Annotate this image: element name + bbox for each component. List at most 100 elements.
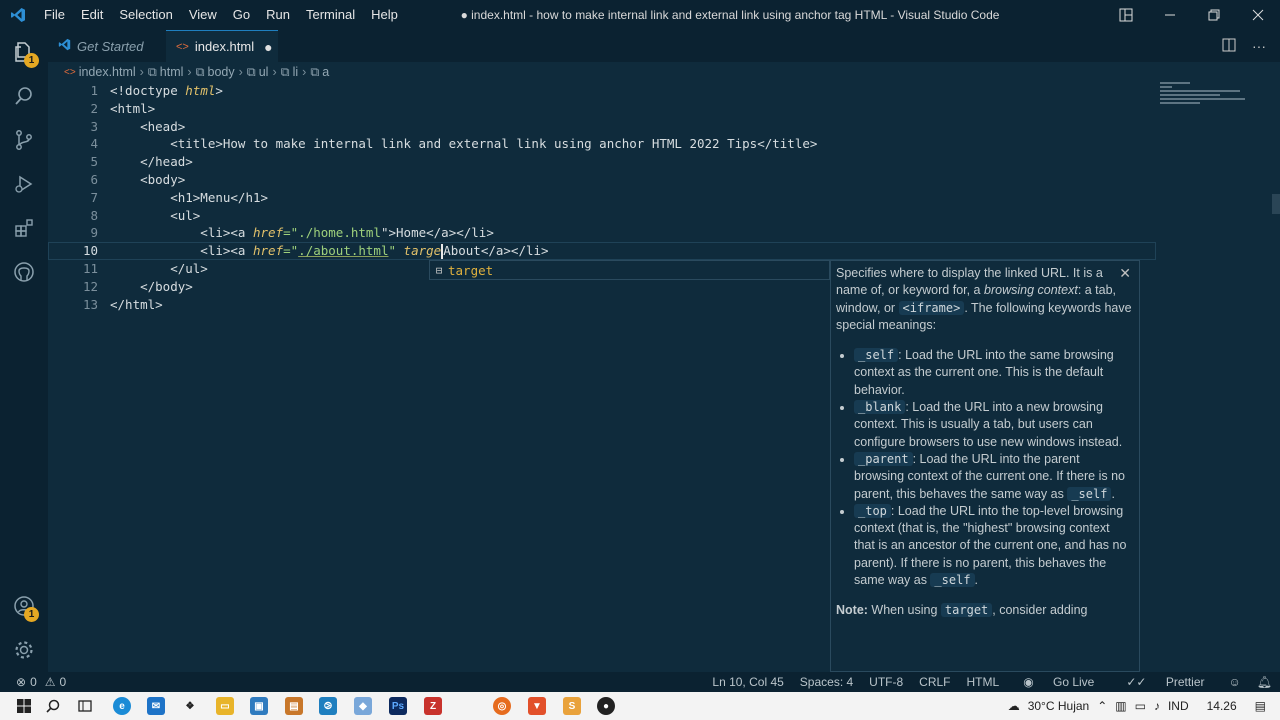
chevron-right-icon: › xyxy=(139,65,144,79)
restore-icon[interactable] xyxy=(1192,0,1236,30)
chevron-right-icon: › xyxy=(302,65,307,79)
line-number: 9 xyxy=(90,225,98,241)
explorer-icon[interactable]: 1 xyxy=(0,30,48,74)
mail-icon[interactable]: ✉ xyxy=(147,697,165,715)
unsaved-dot-icon[interactable]: ● xyxy=(264,39,272,55)
volume-icon[interactable]: ♪ xyxy=(1150,699,1164,713)
battery-icon[interactable]: ▭ xyxy=(1131,699,1150,713)
close-icon[interactable]: ✕ xyxy=(1119,265,1131,282)
extensions-icon[interactable] xyxy=(0,206,48,250)
explorer-badge: 1 xyxy=(24,53,39,68)
accounts-icon[interactable]: 1 xyxy=(0,584,48,628)
tab-index-html[interactable]: <> index.html ● xyxy=(166,30,278,62)
store-icon[interactable]: ▣ xyxy=(250,697,268,715)
app-icon[interactable]: ▤ xyxy=(285,697,303,715)
code-line: </head> xyxy=(110,154,193,170)
obs-icon[interactable]: ● xyxy=(597,697,615,715)
end-of-line[interactable]: CRLF xyxy=(911,675,958,689)
breadcrumb-body[interactable]: ⧉ body xyxy=(196,65,235,80)
close-icon[interactable] xyxy=(1236,0,1280,30)
minimize-icon[interactable] xyxy=(1148,0,1192,30)
menu-edit[interactable]: Edit xyxy=(73,0,111,30)
more-actions-icon[interactable]: ··· xyxy=(1252,38,1266,54)
breadcrumb-html[interactable]: ⧉ html xyxy=(148,65,184,80)
line-number: 12 xyxy=(82,278,98,294)
minimap[interactable] xyxy=(1160,82,1270,122)
line-number: 10 xyxy=(82,243,98,259)
code-token: About</a></li> xyxy=(443,243,549,259)
clock[interactable]: 14.26 xyxy=(1193,699,1251,713)
go-live-button[interactable]: ◉ Go Live xyxy=(1007,675,1110,689)
photoshop-icon[interactable]: Ps xyxy=(389,697,407,715)
chevron-up-icon[interactable]: ⌃ xyxy=(1093,699,1111,713)
split-editor-icon[interactable] xyxy=(1222,38,1236,55)
search-icon[interactable] xyxy=(0,74,48,118)
layout-icon[interactable] xyxy=(1104,0,1148,30)
weather-text[interactable]: 30°C Hujan xyxy=(1024,699,1094,713)
code-line: <html> xyxy=(110,100,156,116)
dropbox-icon[interactable]: ❖ xyxy=(181,697,199,715)
github-icon[interactable] xyxy=(0,250,48,294)
code-token: <li><a xyxy=(110,243,253,259)
menu-go[interactable]: Go xyxy=(225,0,258,30)
file-explorer-icon[interactable]: ▭ xyxy=(216,697,234,715)
doc-code: _self xyxy=(854,348,899,363)
feedback-icon[interactable]: ☺ xyxy=(1221,675,1249,689)
problems-indicator[interactable]: ⊗ 0 ⚠ 0 xyxy=(16,675,66,689)
notification-center-icon[interactable]: ▤ xyxy=(1251,699,1280,713)
line-number: 3 xyxy=(90,118,98,134)
edge-browser-icon[interactable]: e xyxy=(113,697,131,715)
tab-get-started[interactable]: Get Started xyxy=(48,30,166,62)
brave-icon[interactable]: ▼ xyxy=(528,697,546,715)
breadcrumb-label: ul xyxy=(258,65,269,79)
app-icon[interactable]: ◆ xyxy=(354,697,372,715)
breadcrumb-file[interactable]: <> index.html xyxy=(64,65,136,79)
cursor-position[interactable]: Ln 10, Col 45 xyxy=(704,675,791,689)
vertical-scrollbar[interactable] xyxy=(1272,194,1280,214)
breadcrumb-ul[interactable]: ⧉ ul xyxy=(247,65,269,80)
indentation[interactable]: Spaces: 4 xyxy=(792,675,861,689)
doc-code: _self xyxy=(930,573,975,588)
menu-terminal[interactable]: Terminal xyxy=(298,0,363,30)
menu-run[interactable]: Run xyxy=(258,0,298,30)
code-line: </body> xyxy=(110,278,193,294)
task-view-icon[interactable] xyxy=(76,697,94,715)
error-count: 0 xyxy=(30,675,37,689)
status-right: Ln 10, Col 45 Spaces: 4 UTF-8 CRLF HTML … xyxy=(704,675,1280,689)
minimap-line xyxy=(1160,86,1172,88)
suggest-widget[interactable]: ⊟ targe t xyxy=(429,260,830,280)
code-token: ">Home</a></li> xyxy=(380,225,494,241)
symbol-element-icon: ⧉ xyxy=(195,64,205,79)
breadcrumb-a[interactable]: ⧉ a xyxy=(310,65,329,80)
prettier-button[interactable]: ✓✓ Prettier xyxy=(1110,675,1220,689)
doc-note-label: Note: xyxy=(836,603,868,618)
doc-code: _self xyxy=(1067,486,1112,501)
breadcrumb-label: li xyxy=(292,65,299,79)
language-mode[interactable]: HTML xyxy=(959,675,1008,689)
symbol-element-icon: ⧉ xyxy=(246,64,256,79)
sublime-icon[interactable]: S xyxy=(563,697,581,715)
taskbar-search-icon[interactable] xyxy=(44,697,62,715)
windows-start-icon[interactable] xyxy=(15,697,33,715)
run-debug-icon[interactable] xyxy=(0,162,48,206)
notifications-bell-icon[interactable]: 🔔︎ xyxy=(1249,675,1280,689)
doc-list-item: _top: Load the URL into the top-level br… xyxy=(854,503,1133,589)
breadcrumb-li[interactable]: ⧉ li xyxy=(281,65,299,80)
menu-help[interactable]: Help xyxy=(363,0,406,30)
breadcrumb-label: body xyxy=(207,65,235,79)
network-icon[interactable]: ▥ xyxy=(1111,699,1130,713)
manage-gear-icon[interactable] xyxy=(0,628,48,672)
menu-file[interactable]: File xyxy=(36,0,73,30)
vscode-taskbar-icon[interactable]: ⧁ xyxy=(319,697,337,715)
filezilla-icon[interactable]: Z xyxy=(424,697,442,715)
error-icon: ⊗ xyxy=(16,675,27,689)
firefox-icon[interactable]: ◎ xyxy=(493,697,511,715)
source-control-icon[interactable] xyxy=(0,118,48,162)
breadcrumb: <> index.html › ⧉ html › ⧉ body › ⧉ ul › ⧉ li… xyxy=(48,62,1280,82)
doc-list-item: _blank: Load the URL into a new browsing… xyxy=(854,399,1133,451)
title-bar: File Edit Selection View Go Run Terminal… xyxy=(0,0,1280,30)
menu-view[interactable]: View xyxy=(181,0,225,30)
menu-selection[interactable]: Selection xyxy=(111,0,180,30)
input-language[interactable]: IND xyxy=(1164,699,1193,713)
encoding[interactable]: UTF-8 xyxy=(861,675,911,689)
